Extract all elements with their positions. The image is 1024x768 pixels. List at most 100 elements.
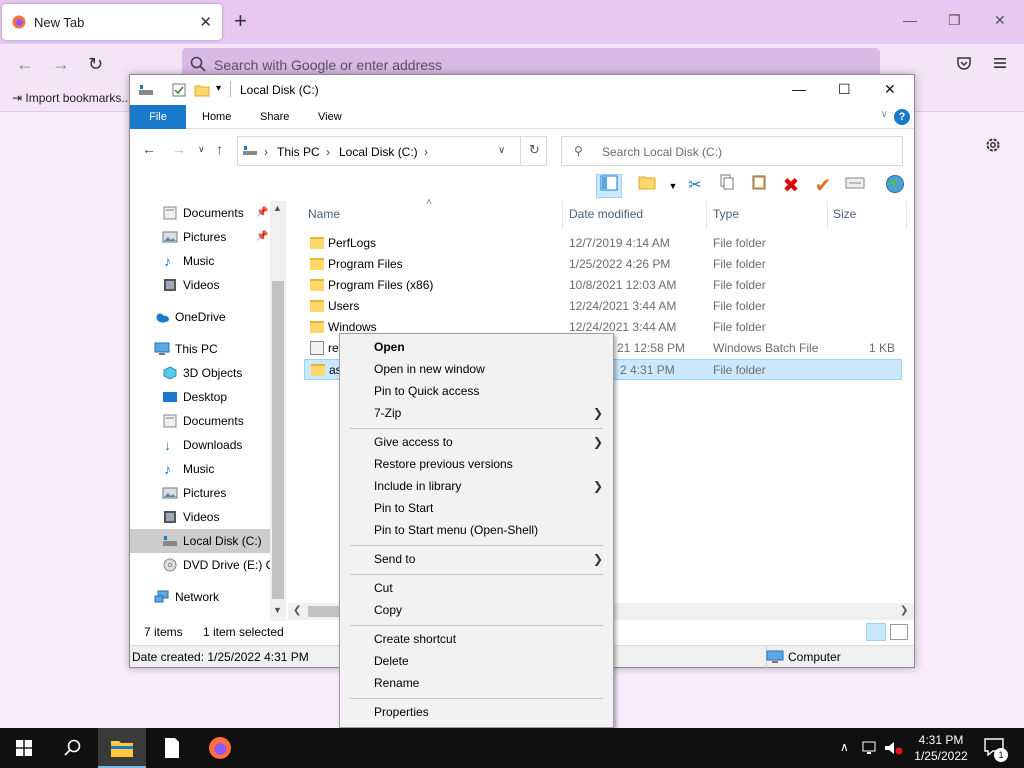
search-taskbar-button[interactable] <box>48 728 96 768</box>
column-size[interactable]: Size <box>833 207 856 221</box>
column-separator[interactable] <box>827 201 828 229</box>
menu-item-rename[interactable]: Rename <box>340 672 613 694</box>
cut-icon[interactable]: ✂ <box>682 174 708 198</box>
firefox-taskbar-button[interactable] <box>196 728 244 768</box>
help-icon[interactable]: ? <box>894 109 910 125</box>
tab-home[interactable]: Home <box>188 105 245 129</box>
refresh-button[interactable]: ↻ <box>520 136 548 166</box>
nav-item-music-quick[interactable]: ♪ Music <box>130 249 270 273</box>
menu-item-pin-start[interactable]: Pin to Start <box>340 497 613 519</box>
nav-item-videos-quick[interactable]: Videos <box>130 273 270 297</box>
menu-item-7zip[interactable]: 7-Zip ❯ <box>340 402 613 424</box>
explorer-close-button[interactable]: ✕ <box>884 81 896 98</box>
menu-item-copy[interactable]: Copy <box>340 599 613 621</box>
column-separator[interactable] <box>706 201 707 229</box>
nav-item-3d-objects[interactable]: 3D Objects <box>130 361 270 385</box>
menu-icon[interactable] <box>992 55 1008 71</box>
nav-item-pictures-quick[interactable]: Pictures 📌 <box>130 225 270 249</box>
explorer-maximize-button[interactable]: ☐ <box>838 81 851 98</box>
volume-muted-icon[interactable] <box>884 741 904 755</box>
up-button[interactable]: ↑ <box>216 141 223 157</box>
nav-item-documents-quick[interactable]: Documents 📌 <box>130 201 270 225</box>
nav-item-onedrive[interactable]: OneDrive <box>130 305 270 329</box>
properties-toolbar-icon[interactable] <box>842 174 868 198</box>
start-button[interactable] <box>0 728 48 768</box>
file-explorer-taskbar-button[interactable] <box>98 728 146 768</box>
column-date-modified[interactable]: Date modified <box>569 207 643 221</box>
show-hidden-icons-icon[interactable]: ∧ <box>840 740 849 754</box>
import-bookmarks-link[interactable]: ⇥ Import bookmarks... <box>12 91 131 105</box>
menu-item-properties[interactable]: Properties <box>340 701 613 723</box>
column-separator[interactable] <box>562 201 563 229</box>
file-row[interactable]: PerfLogs 12/7/2019 4:14 AM File folder <box>304 233 902 254</box>
forward-arrow-icon[interactable]: → <box>52 54 70 75</box>
nav-item-music[interactable]: ♪ Music <box>130 457 270 481</box>
scroll-up-icon[interactable]: ▲ <box>273 203 282 213</box>
menu-item-pin-start-open-shell[interactable]: Pin to Start menu (Open-Shell) <box>340 519 613 541</box>
details-view-icon[interactable] <box>866 623 886 641</box>
recent-locations-icon[interactable]: ∨ <box>198 144 205 155</box>
column-name[interactable]: Name <box>308 207 340 221</box>
nav-scrollbar[interactable]: ▲ ▼ <box>270 201 286 621</box>
address-bar[interactable]: › This PC › Local Disk (C:) › ∨ <box>237 136 547 166</box>
file-row[interactable]: Users 12/24/2021 3:44 AM File folder <box>304 296 902 317</box>
menu-item-give-access[interactable]: Give access to ❯ <box>340 431 613 453</box>
new-tab-button[interactable]: + <box>234 8 247 34</box>
notepad-taskbar-button[interactable] <box>148 728 196 768</box>
browser-restore-button[interactable]: ❐ <box>948 12 961 29</box>
folder-options-icon[interactable] <box>634 174 660 198</box>
delete-icon[interactable]: ✖ <box>778 174 804 198</box>
nav-item-local-disk[interactable]: Local Disk (C:) <box>130 529 270 553</box>
file-row[interactable]: Program Files 1/25/2022 4:26 PM File folde… <box>304 254 902 275</box>
nav-scroll-thumb[interactable] <box>272 281 284 599</box>
menu-item-send-to[interactable]: Send to ❯ <box>340 548 613 570</box>
tab-view[interactable]: View <box>304 105 356 129</box>
browser-tab-new-tab[interactable]: New Tab ✕ <box>2 4 222 40</box>
menu-item-open[interactable]: Open <box>340 336 613 358</box>
file-row[interactable]: Program Files (x86) 10/8/2021 12:03 AM Fil… <box>304 275 902 296</box>
nav-item-videos[interactable]: Videos <box>130 505 270 529</box>
menu-item-delete[interactable]: Delete <box>340 650 613 672</box>
nav-item-downloads[interactable]: ↓ Downloads <box>130 433 270 457</box>
search-input[interactable]: ⚲ Search Local Disk (C:) <box>561 136 903 166</box>
scroll-left-icon[interactable]: ❮ <box>293 605 301 616</box>
nav-item-desktop[interactable]: Desktop <box>130 385 270 409</box>
nav-item-documents[interactable]: Documents <box>130 409 270 433</box>
nav-item-this-pc[interactable]: This PC <box>130 337 270 361</box>
action-center-button[interactable]: 1 <box>976 728 1024 768</box>
tab-close-icon[interactable]: ✕ <box>199 13 212 31</box>
explorer-minimize-button[interactable]: — <box>792 81 806 97</box>
globe-icon[interactable] <box>882 174 908 198</box>
nav-item-pictures[interactable]: Pictures <box>130 481 270 505</box>
column-separator[interactable] <box>906 201 907 229</box>
menu-item-include-library[interactable]: Include in library ❯ <box>340 475 613 497</box>
scroll-right-icon[interactable]: ❯ <box>900 605 908 616</box>
properties-icon[interactable] <box>172 83 186 97</box>
column-type[interactable]: Type <box>713 207 739 221</box>
nav-item-network[interactable]: Network <box>130 585 270 609</box>
copy-icon[interactable] <box>714 174 740 198</box>
pocket-icon[interactable] <box>956 55 972 71</box>
breadcrumb-this-pc[interactable]: This PC <box>277 145 320 159</box>
menu-item-pin-quick-access[interactable]: Pin to Quick access <box>340 380 613 402</box>
new-folder-icon[interactable] <box>194 83 210 97</box>
menu-item-open-new-window[interactable]: Open in new window <box>340 358 613 380</box>
tab-file[interactable]: File <box>130 105 186 129</box>
menu-item-restore-versions[interactable]: Restore previous versions <box>340 453 613 475</box>
back-button[interactable]: ← <box>142 141 156 157</box>
large-icons-view-icon[interactable] <box>890 624 908 640</box>
navigation-pane-icon[interactable] <box>596 174 622 198</box>
customize-quick-access-icon[interactable]: ▾ <box>216 83 221 94</box>
rename-check-icon[interactable]: ✔ <box>810 174 836 198</box>
browser-close-button[interactable]: ✕ <box>994 12 1006 29</box>
breadcrumb-local-disk[interactable]: Local Disk (C:) <box>339 145 418 159</box>
scroll-down-icon[interactable]: ▼ <box>273 605 282 615</box>
system-clock[interactable]: 4:31 PM 1/25/2022 <box>906 732 976 764</box>
forward-button[interactable]: → <box>172 141 186 157</box>
network-tray-icon[interactable] <box>862 741 880 755</box>
gear-icon[interactable] <box>984 136 1002 154</box>
nav-item-dvd-drive[interactable]: DVD Drive (E:) CI <box>130 553 270 577</box>
back-arrow-icon[interactable]: ← <box>16 54 34 75</box>
expand-ribbon-icon[interactable]: ∨ <box>881 109 888 120</box>
menu-item-cut[interactable]: Cut <box>340 577 613 599</box>
